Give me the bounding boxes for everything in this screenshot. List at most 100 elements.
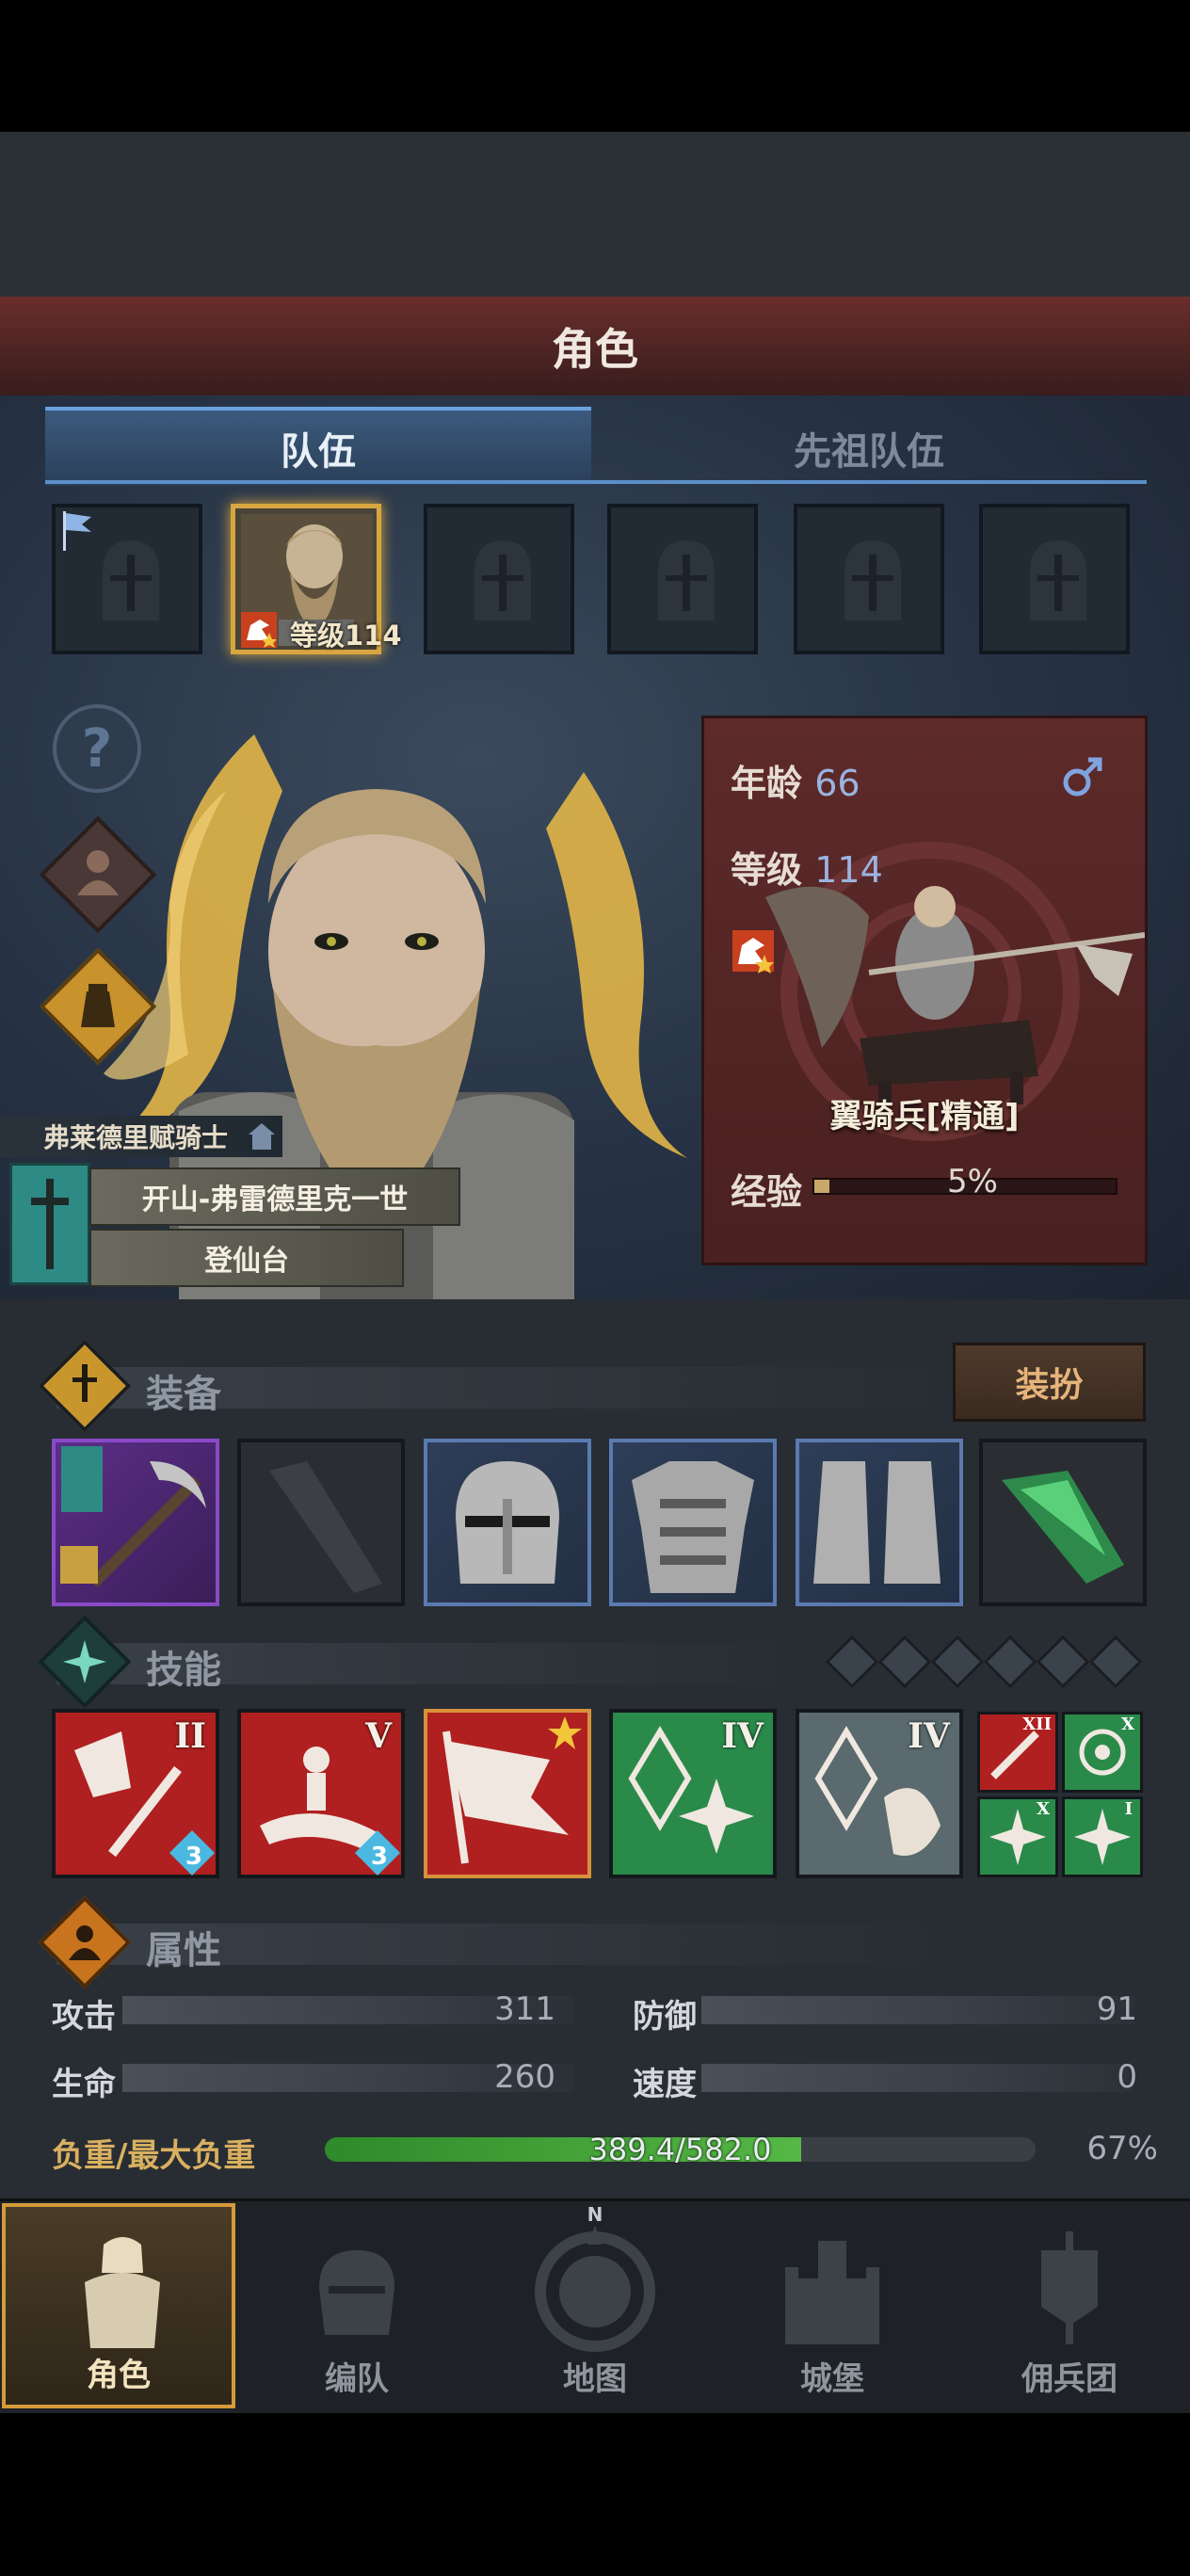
speed-label: 速度 <box>633 2066 697 2103</box>
nav-label: 城堡 <box>800 2360 864 2398</box>
team-slot-6[interactable] <box>979 504 1130 654</box>
team-slot-1[interactable] <box>52 504 202 654</box>
dagger-icon <box>72 1364 97 1402</box>
tab-team[interactable]: 队伍 <box>45 407 591 486</box>
passive-skill-2[interactable]: X <box>1062 1712 1143 1793</box>
person-icon <box>77 850 119 895</box>
empty-offhand-icon <box>269 1461 382 1593</box>
defense-label: 防御 <box>633 1998 697 2036</box>
tab-underline <box>45 480 1147 484</box>
nav-formation[interactable]: 编队 <box>240 2203 474 2408</box>
passive-rank: I <box>1124 1799 1133 1819</box>
exp-percent: 5% <box>947 1163 998 1200</box>
equip-slot-offhand[interactable] <box>237 1439 405 1606</box>
person-stats-icon <box>69 1925 101 1960</box>
passive-rank: X <box>1037 1799 1050 1819</box>
passive-skill-1[interactable]: XII <box>977 1712 1058 1793</box>
skill-pip <box>930 1634 985 1689</box>
class-badge-icon <box>241 612 277 648</box>
star-burst-icon <box>63 1640 106 1683</box>
skill-3[interactable] <box>424 1709 591 1878</box>
equip-slot-armor[interactable] <box>609 1439 777 1606</box>
load-value: 389.4/582.0 <box>588 2132 772 2167</box>
team-slot-5[interactable] <box>794 504 944 654</box>
skills-section-title: 技能 <box>146 1649 221 1692</box>
chest-armor-icon <box>632 1461 754 1593</box>
empty-knight-helm-icon <box>658 540 715 620</box>
team-slot-3[interactable] <box>424 504 574 654</box>
skill-pip <box>825 1634 879 1689</box>
star-icon <box>548 1716 582 1749</box>
nav-castle[interactable]: 城堡 <box>716 2203 949 2408</box>
pickaxe-weapon-icon <box>60 1446 206 1588</box>
knight-icon <box>85 2237 160 2348</box>
empty-knight-helm-icon <box>103 540 159 620</box>
passive-skill-4[interactable]: I <box>1062 1796 1143 1877</box>
bottom-safe-area <box>0 2410 1190 2576</box>
green-crystal-trinket-icon <box>1002 1471 1124 1584</box>
skill-pip <box>877 1634 932 1689</box>
team-slot-2[interactable]: 等级114 <box>231 504 402 654</box>
helmet-group-icon <box>319 2250 394 2335</box>
speed-value: 0 <box>1117 2058 1137 2096</box>
page-title: 角色 <box>552 324 638 375</box>
nav-mercenaries[interactable]: 佣兵团 <box>953 2203 1186 2408</box>
skill-pip <box>983 1634 1037 1689</box>
skill-badge-count: 3 <box>370 1843 388 1871</box>
equip-slot-weapon[interactable] <box>52 1439 219 1606</box>
nav-map[interactable]: N 地图 <box>478 2203 712 2408</box>
skill-1[interactable]: II 3 <box>52 1709 219 1878</box>
faction-banner-icon <box>9 1163 90 1285</box>
skill-2[interactable]: V 3 <box>237 1709 405 1878</box>
empty-knight-helm-icon <box>1030 540 1086 620</box>
hp-value: 260 <box>494 2058 555 2096</box>
hp-label: 生命 <box>52 2066 116 2103</box>
passive-rank: XII <box>1022 1715 1052 1734</box>
nav-label: 地图 <box>563 2360 627 2398</box>
equip-slot-helmet[interactable] <box>424 1439 591 1606</box>
flag-icon <box>63 511 91 551</box>
compass-icon <box>535 2226 655 2352</box>
compass-north-label: N <box>587 2203 603 2226</box>
skill-pip <box>1036 1634 1090 1689</box>
team-slot-4[interactable] <box>607 504 758 654</box>
nav-character[interactable]: 角色 <box>2 2203 235 2408</box>
slot-level-label: 等级114 <box>290 620 402 652</box>
equip-slot-boots[interactable] <box>796 1439 963 1606</box>
empty-knight-helm-icon <box>844 540 901 620</box>
tab-ancestor-team[interactable]: 先祖队伍 <box>591 414 1147 482</box>
skill-badge-count: 3 <box>185 1843 202 1871</box>
castle-icon <box>785 2241 879 2344</box>
character-name: 开山-弗雷德里克一世 <box>89 1167 460 1226</box>
skill-5[interactable]: IV <box>796 1709 963 1878</box>
mercenary-banner-icon <box>1041 2231 1098 2344</box>
equipment-section-title: 装备 <box>146 1373 221 1416</box>
helmet-icon <box>456 1461 559 1584</box>
nav-label: 角色 <box>87 2357 151 2394</box>
load-label: 负重/最大负重 <box>52 2137 256 2175</box>
passive-skill-3[interactable]: X <box>977 1796 1058 1877</box>
sword-crest-icon <box>31 1179 69 1269</box>
skill-4[interactable]: IV <box>609 1709 777 1878</box>
attack-label: 攻击 <box>52 1998 116 2036</box>
skill-pip <box>1088 1634 1143 1689</box>
skill-rank: V <box>365 1716 392 1756</box>
attributes-section-title: 属性 <box>146 1929 221 1972</box>
outfit-button[interactable]: 装扮 <box>953 1343 1146 1422</box>
boots-icon <box>813 1461 941 1584</box>
attack-value: 311 <box>494 1990 555 2028</box>
empty-knight-helm-icon <box>474 540 531 620</box>
equip-slot-trinket[interactable] <box>979 1439 1147 1606</box>
nav-label: 编队 <box>325 2360 389 2398</box>
skill-rank: II <box>174 1716 206 1756</box>
house-badge-icon <box>249 1123 275 1150</box>
skill-rank: IV <box>721 1716 764 1756</box>
bag-icon <box>81 984 115 1027</box>
character-title: 弗莱德里赋骑士 <box>0 1116 282 1157</box>
male-symbol-icon <box>1063 757 1102 797</box>
exp-label: 经验 <box>731 1171 803 1213</box>
help-button[interactable]: ? <box>53 704 141 793</box>
status-bar-area <box>0 0 1190 132</box>
defense-value: 91 <box>1096 1990 1137 2028</box>
passive-rank: X <box>1121 1715 1134 1734</box>
